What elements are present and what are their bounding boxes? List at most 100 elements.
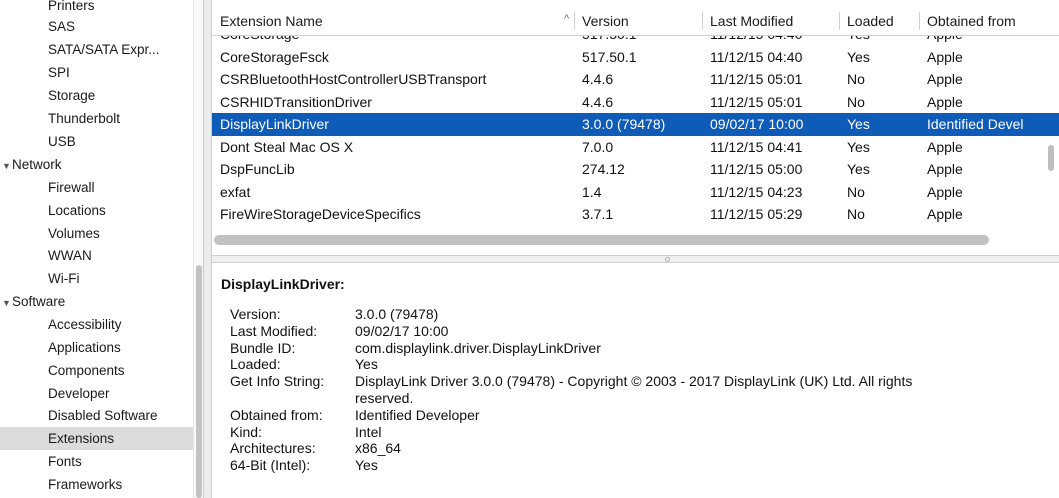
sidebar-item-label: Printers	[48, 0, 95, 13]
detail-field-value: Yes	[355, 457, 378, 474]
sidebar-item-extensions[interactable]: Extensions	[0, 427, 193, 450]
disclosure-triangle-icon[interactable]: ▼	[2, 292, 12, 315]
sidebar-item-fonts[interactable]: Fonts	[0, 450, 193, 473]
sidebar-item-label: SAS	[48, 19, 76, 34]
cell-loaded: Yes	[839, 36, 917, 46]
sidebar-item-label: Fonts	[48, 454, 82, 469]
cell-extension-name: FireWireStorageDeviceSpecifics	[220, 206, 421, 222]
sidebar-item-label: Storage	[48, 88, 96, 103]
sidebar-item-disabled-software[interactable]: Disabled Software	[0, 404, 193, 427]
cell-obtained-from: Identified Devel	[927, 116, 1024, 132]
divider-grip-icon[interactable]	[665, 257, 670, 262]
cell-extension-name: CSRHIDTransitionDriver	[220, 93, 372, 110]
table-row[interactable]: exfat 1.4 11/12/15 04:23 No Apple	[212, 181, 1059, 204]
table-row[interactable]: DspFuncLib 274.12 11/12/15 05:00 Yes Apple	[212, 158, 1059, 181]
detail-field-label: 64-Bit (Intel):	[230, 457, 311, 474]
cell-obtained-from: Apple	[927, 138, 963, 155]
cell-obtained-from: Apple	[927, 161, 963, 177]
sidebar-item-firewall[interactable]: Firewall	[0, 176, 193, 199]
cell-loaded: No	[847, 93, 865, 110]
cell-version: 517.50.1	[574, 36, 698, 46]
sidebar-item-sas[interactable]: SAS	[0, 15, 193, 38]
column-header-version[interactable]: Version	[574, 6, 702, 36]
sort-ascending-icon: ^	[564, 13, 570, 25]
detail-field-value: x86_64	[355, 440, 401, 457]
sidebar-item-storage[interactable]: Storage	[0, 84, 193, 107]
sidebar-item-volumes[interactable]: Volumes	[0, 222, 193, 245]
detail-field-label: Kind:	[230, 423, 262, 440]
cell-extension-name: CoreStorage	[212, 36, 574, 46]
detail-field-label: Version:	[230, 306, 281, 322]
table-row[interactable]: CoreStorageFsck 517.50.1 11/12/15 04:40 Yes…	[212, 46, 1059, 69]
sidebar-item-sata-sata-expr[interactable]: SATA/SATA Expr...	[0, 38, 193, 61]
cell-loaded: No	[847, 206, 865, 222]
cell-loaded: Yes	[847, 116, 870, 132]
cell-version: 1.4	[582, 183, 602, 200]
detail-field-label: Architectures:	[230, 440, 316, 457]
table-body: CoreStorage517.50.111/12/15 04:40YesAppl…	[212, 36, 1059, 236]
sidebar-item-locations[interactable]: Locations	[0, 199, 193, 222]
detail-field-value: com.displaylink.driver.DisplayLinkDriver	[355, 339, 601, 356]
cell-loaded: Yes	[847, 161, 870, 177]
table-row[interactable]: CSRHIDTransitionDriver 4.4.6 11/12/15 05:0…	[212, 91, 1059, 114]
column-header-obtained-from[interactable]: Obtained from	[919, 6, 1059, 36]
detail-field-value: 09/02/17 10:00	[355, 322, 449, 339]
sidebar-item-label: Network	[12, 157, 62, 172]
sidebar-item-wwan[interactable]: WWAN	[0, 244, 193, 267]
cell-last-modified: 11/12/15 04:23	[710, 183, 803, 200]
sidebar-item-wi-fi[interactable]: Wi-Fi	[0, 267, 193, 290]
cell-obtained-from: Apple	[927, 183, 963, 200]
extensions-table: Extension Name ^ Version Last Modified L…	[212, 0, 1059, 255]
detail-field-label: Get Info String:	[230, 373, 325, 390]
disclosure-triangle-icon[interactable]: ▼	[2, 155, 12, 178]
table-row[interactable]: DisplayLinkDriver 3.0.0 (79478) 09/02/17 1…	[212, 113, 1059, 136]
table-row[interactable]: CoreStorage517.50.1 11/12/15 04:40YesAppl…	[212, 36, 1059, 46]
sidebar-item-label: Extensions	[48, 431, 115, 446]
sidebar-item-label: Software	[12, 294, 66, 309]
sidebar-item-network[interactable]: ▼Network	[0, 153, 193, 176]
cell-obtained-from: Apple	[927, 206, 963, 222]
detail-field-value-continued: reserved.	[355, 390, 414, 406]
sidebar-item-spi[interactable]: SPI	[0, 61, 193, 84]
cell-last-modified: 11/12/15 05:01	[710, 71, 803, 87]
cell-version: 4.4.6	[582, 71, 614, 87]
sidebar-item-label: Applications	[48, 340, 121, 355]
table-row[interactable]: CSRBluetoothHostControllerUSBTransport 4.…	[212, 68, 1059, 91]
sidebar-item-frameworks[interactable]: Frameworks	[0, 473, 193, 496]
sidebar-item-applications[interactable]: Applications	[0, 336, 193, 359]
detail-field-value: Intel	[355, 423, 382, 440]
table-horizontal-scrollbar[interactable]	[214, 235, 989, 245]
sidebar-item-components[interactable]: Components	[0, 359, 193, 382]
cell-obtained-from: Apple	[927, 48, 963, 65]
cell-last-modified: 11/12/15 05:29	[710, 206, 803, 222]
cell-extension-name: Dont Steal Mac OS X	[220, 138, 354, 155]
sidebar-item-label: Disabled Software	[48, 408, 158, 423]
pane-divider[interactable]	[212, 255, 1059, 263]
table-vertical-scrollbar[interactable]	[1048, 145, 1054, 171]
column-header-last-modified[interactable]: Last Modified	[702, 6, 839, 36]
sidebar-item-developer[interactable]: Developer	[0, 382, 193, 405]
sidebar-item-thunderbolt[interactable]: Thunderbolt	[0, 107, 193, 130]
sidebar-item-label: Accessibility	[48, 317, 122, 332]
sidebar-item-software[interactable]: ▼Software	[0, 290, 193, 313]
table-row[interactable]: FireWireStorageDeviceSpecifics 3.7.1 11/12…	[212, 203, 1059, 226]
cell-version: 3.7.1	[582, 206, 614, 222]
sidebar-scrollbar-thumb[interactable]	[196, 265, 202, 498]
sidebar-item-label: SPI	[48, 65, 70, 80]
column-header-loaded[interactable]: Loaded	[839, 6, 919, 36]
detail-pane: DisplayLinkDriver: Version: 3.0.0 (79478)…	[212, 263, 1059, 498]
column-header-extension-name[interactable]: Extension Name	[212, 6, 574, 36]
sidebar-item-usb[interactable]: USB	[0, 130, 193, 153]
cell-last-modified: 09/02/17 10:00	[710, 116, 804, 132]
cell-loaded: Yes	[847, 48, 870, 65]
sidebar-item-label: USB	[48, 134, 76, 149]
table-header: Extension Name ^ Version Last Modified L…	[212, 6, 1059, 36]
cell-version: 3.0.0 (79478)	[582, 116, 666, 132]
cell-loaded: No	[847, 183, 865, 200]
sidebar-item-accessibility[interactable]: Accessibility	[0, 313, 193, 336]
detail-field-value: 3.0.0 (79478)	[355, 306, 439, 322]
detail-title: DisplayLinkDriver:	[221, 276, 345, 292]
detail-field-value: DisplayLink Driver 3.0.0 (79478) - Copyr…	[355, 373, 913, 390]
split-view-divider[interactable]	[203, 0, 212, 498]
table-row[interactable]: Dont Steal Mac OS X 7.0.0 11/12/15 04:41 Ye…	[212, 136, 1059, 159]
